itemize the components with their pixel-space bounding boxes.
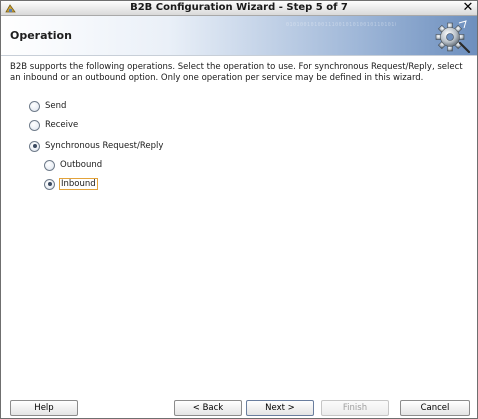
send-option[interactable]: Send [29,99,66,113]
sync-request-reply-label: Synchronous Request/Reply [45,141,164,151]
help-button[interactable]: Help [10,400,78,416]
cancel-button[interactable]: Cancel [400,400,470,416]
inbound-label: Inbound [59,178,98,190]
receive-label: Receive [45,120,79,130]
title-bar[interactable]: B2B Configuration Wizard - Step 5 of 7 ✕ [1,1,477,16]
next-button[interactable]: Next > [246,400,314,416]
page-title: Operation [10,29,72,42]
send-label: Send [45,101,67,111]
receive-radio[interactable] [29,119,40,131]
outbound-radio[interactable] [44,159,55,171]
header-binary-pattern: 0101001010011100101010010110101001010100… [286,22,396,28]
outbound-option[interactable]: Outbound [44,158,102,172]
sync-request-reply-radio[interactable] [29,140,40,152]
inbound-radio[interactable] [44,178,55,190]
send-radio[interactable] [29,100,40,112]
back-button[interactable]: < Back [174,400,242,416]
close-icon[interactable]: ✕ [461,1,475,15]
sync-request-reply-option[interactable]: Synchronous Request/Reply [29,139,163,153]
wizard-window: B2B Configuration Wizard - Step 5 of 7 ✕… [0,0,478,419]
receive-option[interactable]: Receive [29,118,78,132]
finish-button[interactable]: Finish [321,400,389,416]
gear-wizard-icon [435,20,471,53]
window-title: B2B Configuration Wizard - Step 5 of 7 [130,2,348,13]
wizard-header: Operation 010100101001110010101001011010… [1,16,477,56]
outbound-label: Outbound [60,160,103,170]
inbound-option[interactable]: Inbound [44,177,98,191]
operation-description: B2B supports the following operations. S… [10,62,463,83]
